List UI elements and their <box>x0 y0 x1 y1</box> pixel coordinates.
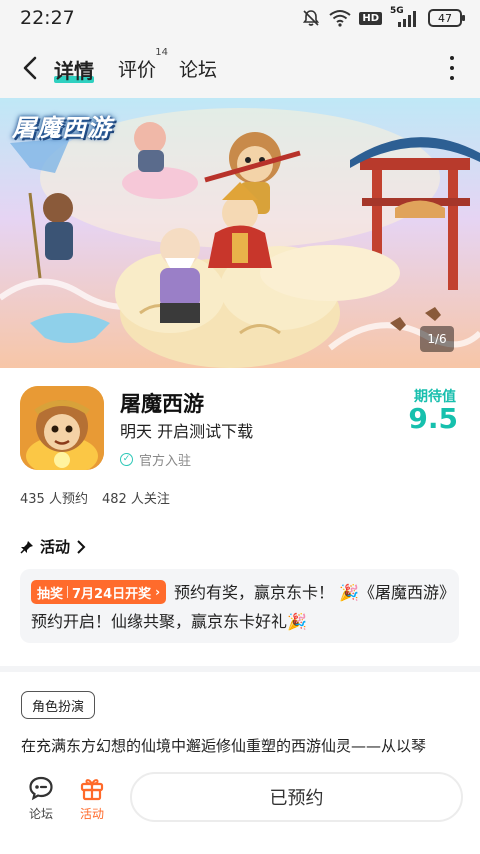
review-count-badge: 14 <box>155 47 169 58</box>
bottom-bar: 论坛 活动 已预约 <box>0 764 480 854</box>
reserved-button[interactable]: 已预约 <box>130 772 463 822</box>
banner-carousel[interactable]: 屠魔西游 1/6 <box>0 98 480 368</box>
official-badge: ✓ 官方入驻 <box>120 450 191 469</box>
genre-tag[interactable]: 角色扮演 <box>21 691 96 719</box>
activity-header[interactable]: 活动 <box>20 536 86 557</box>
activity-card[interactable]: 预约有奖，赢京东卡！ 🎉《屠魔西游》预约开启！仙缘共聚，赢京东卡好礼🎉 抽奖 7… <box>20 569 459 643</box>
wifi-icon <box>329 10 351 27</box>
gift-icon <box>80 779 104 801</box>
pig-illustration <box>134 122 166 172</box>
banner-logo: 屠魔西游 <box>12 114 112 142</box>
status-icons: HD 5G 47 <box>301 6 465 29</box>
app-stats: 435 人预约 482 人关注 <box>20 488 170 507</box>
description-section: 角色扮演 在充满东方幻想的仙境中邂逅修仙重塑的西游仙灵——从以琴 <box>0 672 480 772</box>
description-text: 在充满东方幻想的仙境中邂逅修仙重塑的西游仙灵——从以琴 <box>21 737 427 755</box>
back-icon[interactable] <box>18 54 44 82</box>
status-time: 22:27 <box>20 7 75 29</box>
more-icon[interactable] <box>448 56 456 80</box>
forum-icon <box>29 776 53 801</box>
chevron-right-icon <box>77 539 86 554</box>
tab-forum[interactable]: 论坛 <box>179 55 217 82</box>
chevron-right-icon: › <box>155 585 161 599</box>
signal-icon: 5G <box>390 6 420 28</box>
mute-icon <box>303 10 320 26</box>
battery-icon: 47 <box>428 9 465 27</box>
reservation-count: 435 人预约 <box>20 492 88 507</box>
banner-page-indicator: 1/6 <box>420 326 454 352</box>
top-nav: 详情 评价 14 论坛 <box>0 38 480 98</box>
hd-badge: HD <box>359 11 382 25</box>
tab-detail[interactable]: 详情 <box>54 55 94 84</box>
app-name: 屠魔西游 <box>120 392 204 416</box>
status-bar: 22:27 HD 5G 47 <box>0 0 480 38</box>
follow-count: 482 人关注 <box>101 492 170 507</box>
app-icon <box>20 386 104 470</box>
expect-score: 9.5 <box>408 402 458 435</box>
monk-sha-illustration <box>28 192 73 279</box>
check-icon: ✓ <box>120 453 133 466</box>
elder-illustration <box>160 228 200 323</box>
activity-button[interactable]: 活动 <box>70 774 114 822</box>
app-test-status: 明天 开启测试下载 <box>120 422 254 441</box>
forum-button[interactable]: 论坛 <box>19 774 63 822</box>
pin-icon <box>20 540 33 554</box>
activity-section: 活动 预约有奖，赢京东卡！ 🎉《屠魔西游》预约开启！仙缘共聚，赢京东卡好礼🎉 抽… <box>0 518 480 666</box>
app-info: 屠魔西游 明天 开启测试下载 ✓ 官方入驻 期待值 9.5 435 人预约 48… <box>0 368 480 518</box>
lottery-tag: 抽奖 7月24日开奖 › <box>31 580 167 604</box>
tab-review[interactable]: 评价 14 <box>118 47 168 82</box>
